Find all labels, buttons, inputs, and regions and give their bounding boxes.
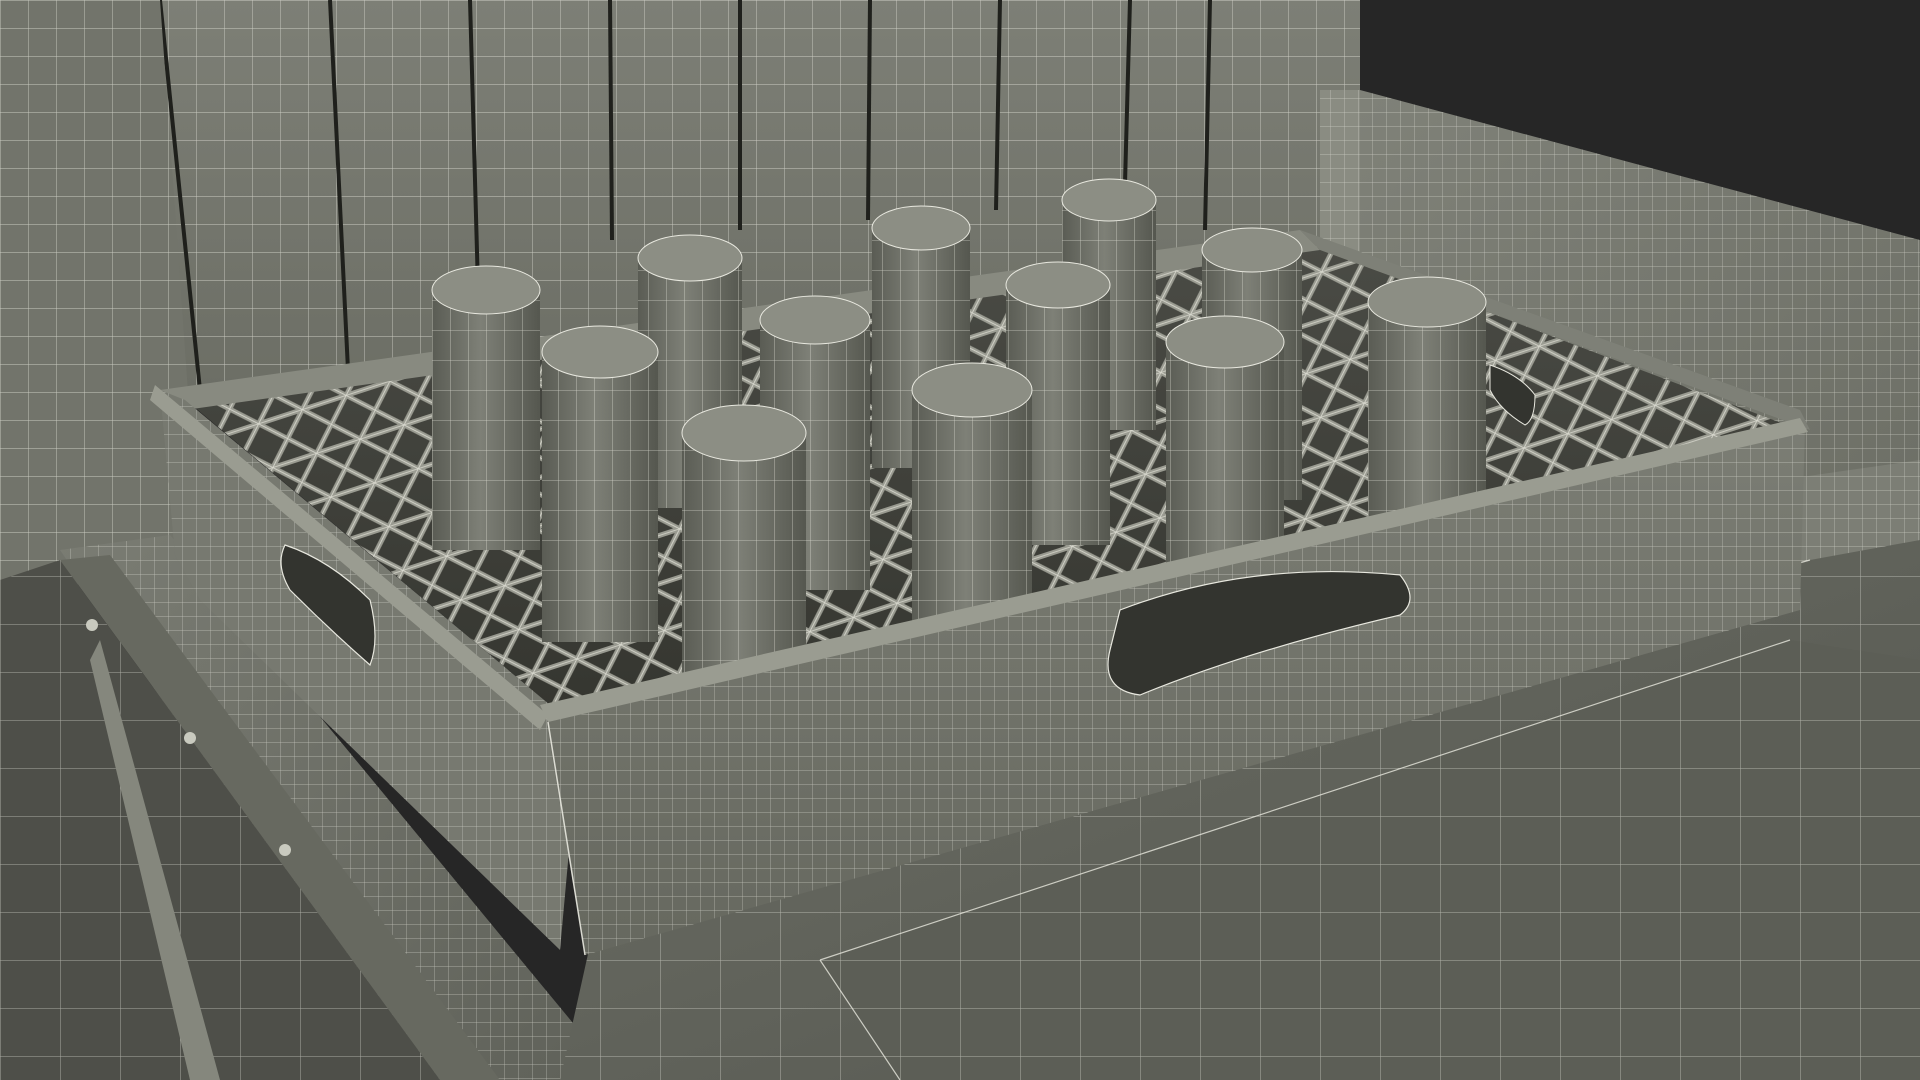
bolt-icon: [279, 844, 291, 856]
wireframe-scene: [0, 0, 1920, 1080]
bolt-icon: [184, 732, 196, 744]
bolt-icon: [86, 619, 98, 631]
glass: [541, 325, 659, 642]
glass: [431, 265, 541, 550]
